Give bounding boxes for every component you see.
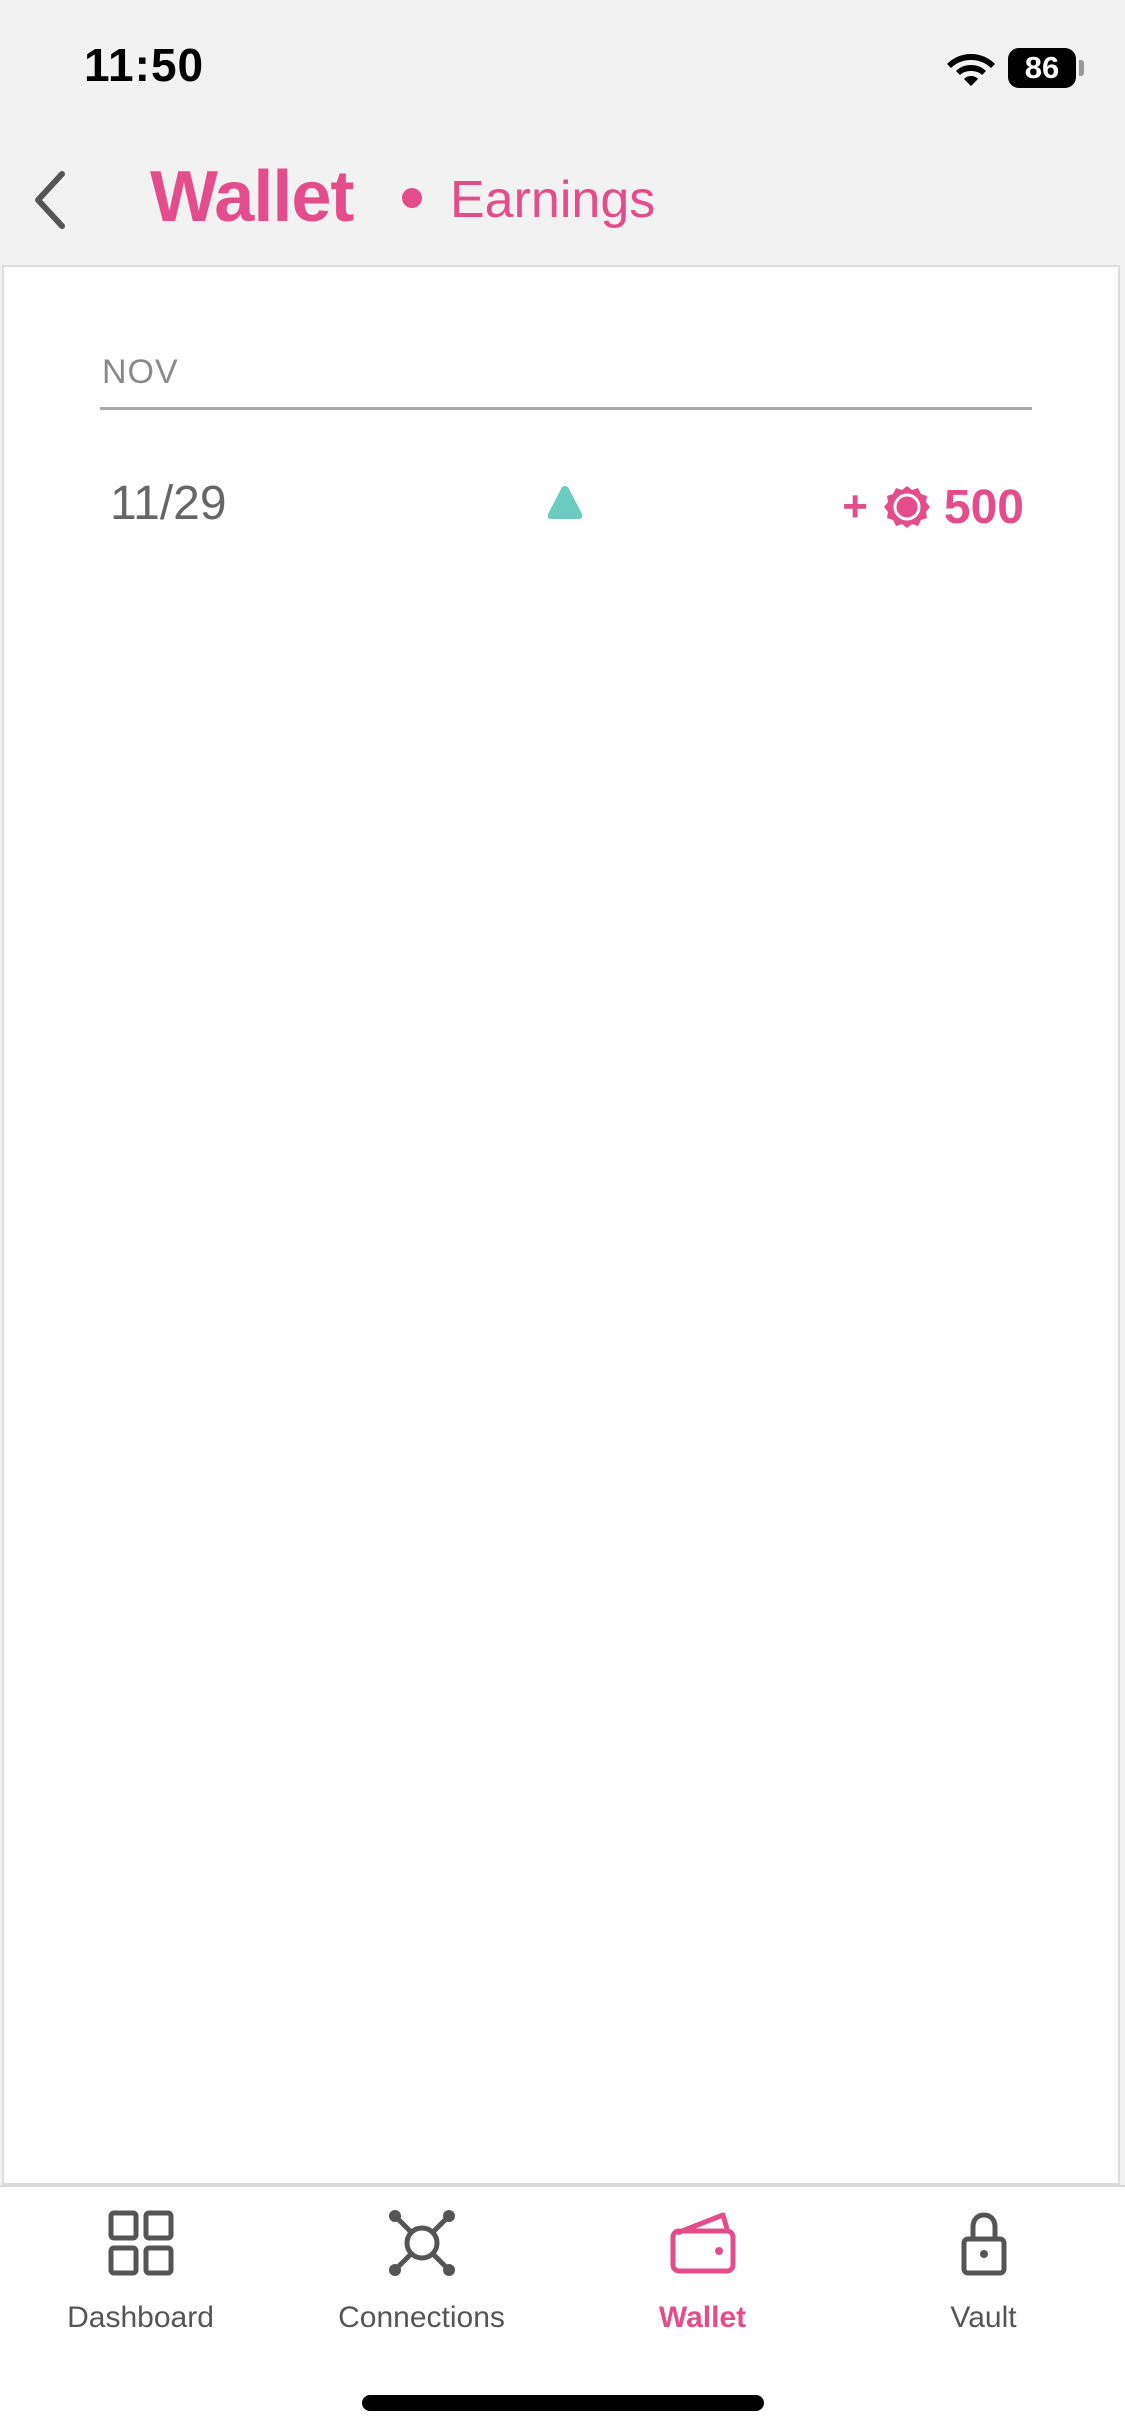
earnings-list: NOV 11/29 + 500 bbox=[2, 265, 1120, 2185]
chevron-left-icon[interactable] bbox=[20, 160, 90, 240]
header: Wallet Earnings bbox=[0, 130, 1125, 265]
nav-label: Wallet bbox=[658, 2301, 747, 2334]
lock-icon bbox=[961, 2212, 1006, 2276]
battery-icon: 86 bbox=[1008, 48, 1084, 88]
amount-value: 500 bbox=[943, 480, 1024, 534]
nav-vault[interactable]: Vault bbox=[843, 2207, 1124, 2357]
grid-icon bbox=[108, 2210, 173, 2276]
nav-wallet[interactable]: Wallet bbox=[562, 2207, 843, 2357]
screen: 11:50 86 Wallet Earnings NOV 11/29 + 500… bbox=[0, 0, 1125, 2436]
amount-sign: + bbox=[842, 482, 868, 531]
transaction-date: 11/29 bbox=[110, 477, 227, 530]
battery-level: 86 bbox=[1008, 48, 1076, 88]
battery-cap bbox=[1079, 60, 1084, 76]
status-bar: 11:50 86 bbox=[0, 0, 1125, 130]
month-label: NOV bbox=[102, 353, 179, 391]
status-time: 11:50 bbox=[84, 39, 205, 91]
nav-connections[interactable]: Connections bbox=[281, 2207, 562, 2357]
nav-dashboard[interactable]: Dashboard bbox=[0, 2207, 281, 2357]
page-subtitle: Earnings bbox=[450, 171, 656, 229]
triangle-up-icon bbox=[547, 486, 583, 519]
home-indicator[interactable] bbox=[362, 2395, 764, 2411]
nav-label: Connections bbox=[338, 2301, 505, 2334]
coin-icon bbox=[883, 486, 930, 528]
nav-label: Vault bbox=[950, 2301, 1017, 2334]
month-header: NOV bbox=[100, 347, 1032, 410]
transaction-amount: + 500 bbox=[842, 472, 1024, 542]
connections-icon bbox=[388, 2210, 455, 2276]
page-title: Wallet bbox=[150, 157, 354, 237]
title-separator-dot bbox=[402, 188, 422, 208]
wifi-icon bbox=[947, 54, 995, 86]
nav-label: Dashboard bbox=[67, 2301, 214, 2334]
transaction-row[interactable]: 11/29 + 500 bbox=[100, 462, 1032, 552]
wallet-icon bbox=[670, 2212, 735, 2274]
